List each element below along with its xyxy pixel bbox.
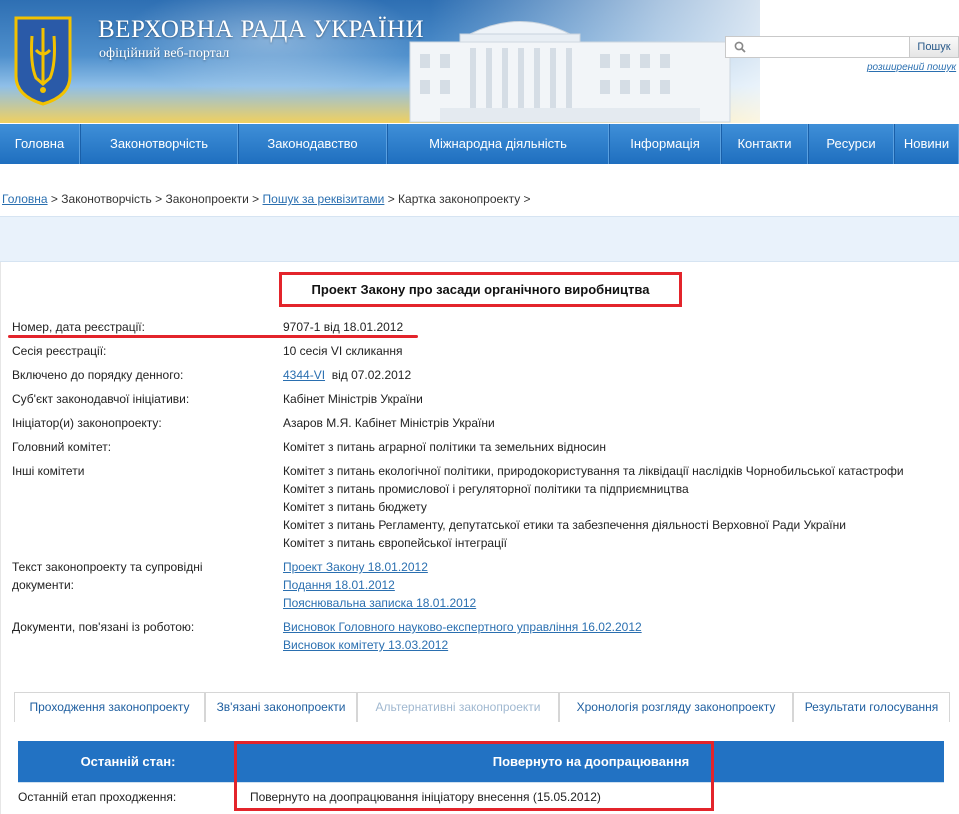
row-value: Проект Закону 18.01.2012 Подання 18.01.2…	[283, 558, 959, 612]
search-icon	[734, 41, 746, 53]
last-stage-label: Останній етап проходження:	[18, 790, 177, 804]
parliament-building-image	[409, 21, 731, 123]
tab-voting[interactable]: Результати голосування	[793, 692, 950, 722]
agenda-date: від 07.02.2012	[331, 368, 412, 382]
committee-item: Комітет з питань Регламенту, депутатсько…	[283, 518, 846, 532]
document-link[interactable]: Висновок комітету 13.03.2012	[283, 638, 448, 652]
row-label: Суб'єкт законодавчої ініціативи:	[12, 392, 190, 406]
site-header: ВЕРХОВНА РАДА УКРАЇНИ офіційний веб-порт…	[0, 0, 959, 123]
status-header: Останній стан: Повернуто на доопрацюванн…	[18, 741, 944, 782]
tab-alternative[interactable]: Альтернативні законопроекти	[357, 692, 559, 722]
row-value: Комітет з питань екологічної політики, п…	[283, 462, 959, 552]
row-label: Номер, дата реєстрації:	[12, 320, 145, 334]
nav-item-lawmaking[interactable]: Законотворчість	[80, 124, 238, 164]
row-value: Кабінет Міністрів України	[283, 392, 423, 406]
row-label: Текст законопроекту та супровідні докуме…	[12, 558, 272, 594]
tab-chronology[interactable]: Хронологія розгляду законопроекту	[559, 692, 793, 722]
nav-item-resources[interactable]: Ресурси	[808, 124, 894, 164]
highlight-underline	[8, 335, 418, 338]
committee-item: Комітет з питань промислової і регулятор…	[283, 482, 689, 496]
search-input[interactable]	[752, 39, 902, 55]
coat-of-arms-icon[interactable]	[12, 14, 74, 106]
advanced-search-link[interactable]: розширений пошук	[867, 62, 956, 73]
committee-item: Комітет з питань екологічної політики, п…	[283, 464, 904, 478]
row-value: Комітет з питань аграрної політики та зе…	[283, 440, 606, 454]
row-label: Ініціатор(и) законопроекту:	[12, 416, 162, 430]
row-value: Азаров М.Я. Кабінет Міністрів України	[283, 416, 495, 430]
document-link[interactable]: Проект Закону 18.01.2012	[283, 560, 428, 574]
document-link[interactable]: Подання 18.01.2012	[283, 578, 395, 592]
site-title[interactable]: ВЕРХОВНА РАДА УКРАЇНИ	[98, 16, 424, 44]
row-label: Сесія реєстрації:	[12, 344, 107, 358]
tab-progress[interactable]: Проходження законопроекту	[14, 692, 205, 722]
document-link[interactable]: Висновок Головного науково-експертного у…	[283, 620, 642, 634]
breadcrumb-search-link[interactable]: Пошук за реквізитами	[263, 192, 385, 206]
row-value: 4344-VI від 07.02.2012	[283, 366, 959, 384]
search-button[interactable]: Пошук	[909, 36, 959, 58]
row-value: Висновок Головного науково-експертного у…	[283, 618, 959, 654]
row-value: 10 сесія VI скликання	[283, 344, 403, 358]
row-label: Інші комітети	[12, 464, 85, 478]
nav-item-news[interactable]: Новини	[894, 124, 959, 164]
last-state-label: Останній стан:	[80, 754, 176, 769]
nav-item-international[interactable]: Міжнародна діяльність	[387, 124, 609, 164]
nav-item-information[interactable]: Інформація	[609, 124, 721, 164]
nav-item-legislation[interactable]: Законодавство	[238, 124, 387, 164]
tab-related[interactable]: Зв'язані законопроекти	[205, 692, 357, 722]
bill-tabs: Проходження законопроекту Зв'язані закон…	[14, 692, 950, 722]
nav-item-contacts[interactable]: Контакти	[721, 124, 808, 164]
row-label-line: Текст законопроекту та супровідні	[12, 560, 203, 574]
row-value: 9707-1 від 18.01.2012	[283, 320, 404, 334]
nav-item-home[interactable]: Головна	[0, 124, 80, 164]
search-box[interactable]	[725, 36, 910, 58]
main-nav: Головна Законотворчість Законодавство Мі…	[0, 124, 959, 164]
breadcrumb-text: > Законотворчість > Законопроекти >	[47, 192, 263, 206]
bill-title: Проект Закону про засади органічного вир…	[279, 272, 682, 307]
agenda-link[interactable]: 4344-VI	[283, 368, 325, 382]
row-label: Включено до порядку денного:	[12, 368, 184, 382]
info-band	[0, 216, 959, 262]
committee-item: Комітет з питань бюджету	[283, 500, 427, 514]
last-state-value: Повернуто на доопрацювання	[492, 754, 690, 769]
row-label: Документи, пов'язані із роботою:	[12, 620, 195, 634]
row-label-line: документи:	[12, 578, 75, 592]
breadcrumb-text: > Картка законопроекту >	[384, 192, 531, 206]
breadcrumb-home-link[interactable]: Головна	[2, 192, 48, 206]
document-link[interactable]: Пояснювальна записка 18.01.2012	[283, 596, 476, 610]
last-stage-value: Повернуто на доопрацювання ініціатору вн…	[250, 790, 601, 804]
committee-item: Комітет з питань європейської інтеграції	[283, 536, 507, 550]
site-subtitle: офіційний веб-портал	[99, 46, 230, 61]
breadcrumb: Головна > Законотворчість > Законопроект…	[2, 192, 531, 206]
row-label: Головний комітет:	[12, 440, 112, 454]
